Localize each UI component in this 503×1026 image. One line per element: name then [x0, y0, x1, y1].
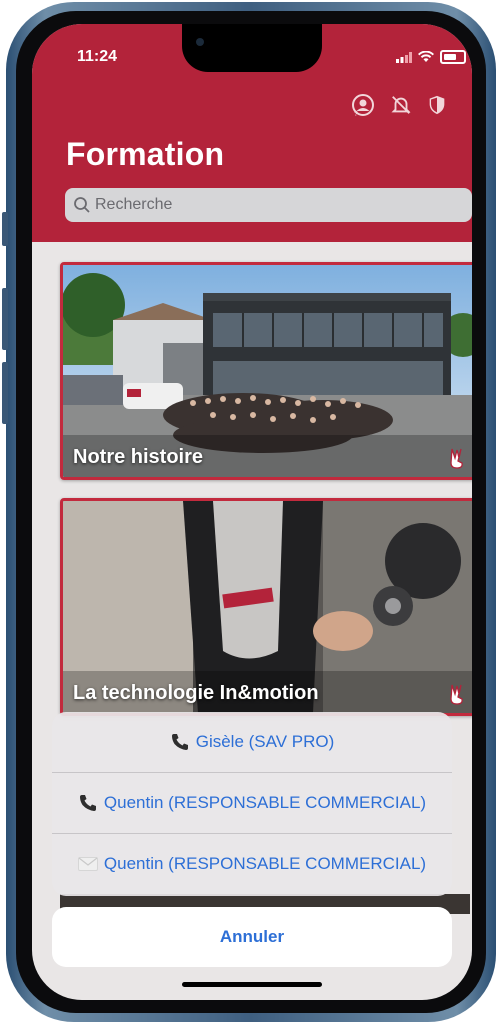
volume-up-button	[2, 288, 8, 350]
search-icon	[74, 197, 90, 213]
notch	[182, 24, 322, 72]
svg-text:?: ?	[354, 111, 358, 117]
action-call-quentin[interactable]: Quentin (RESPONSABLE COMMERCIAL)	[52, 773, 452, 834]
battery-icon	[440, 50, 466, 64]
home-indicator[interactable]	[182, 982, 322, 987]
training-card[interactable]: Notre histoire	[60, 262, 472, 480]
page-title: Formation	[66, 136, 225, 172]
victory-hand-icon	[450, 448, 463, 469]
no-notification-icon[interactable]	[388, 92, 414, 118]
mail-icon	[77, 857, 98, 871]
card-title: Notre histoire	[73, 446, 204, 468]
mute-switch	[2, 212, 8, 246]
victory-hand-icon	[450, 684, 463, 705]
action-call-gisele[interactable]: Gisèle (SAV PRO)	[52, 712, 452, 773]
signal-icon	[396, 51, 412, 63]
app-screen: 11:24 ? Formation Recherche Notre histoi…	[32, 24, 472, 1000]
phone-icon	[79, 795, 96, 811]
training-card[interactable]: La technologie In&motion	[60, 498, 472, 716]
action-email-quentin[interactable]: Quentin (RESPONSABLE COMMERCIAL)	[52, 834, 452, 894]
shield-icon[interactable]	[424, 92, 450, 118]
action-label: Gisèle (SAV PRO)	[195, 732, 335, 751]
action-label: Quentin (RESPONSABLE COMMERCIAL)	[103, 793, 427, 812]
wifi-icon	[418, 51, 434, 62]
card-title: La technologie In&motion	[73, 682, 319, 704]
cancel-button[interactable]: Annuler	[52, 907, 452, 967]
search-placeholder: Recherche	[95, 196, 173, 213]
search-input[interactable]: Recherche	[65, 188, 472, 222]
status-time: 11:24	[77, 48, 118, 65]
volume-down-button	[2, 362, 8, 424]
front-camera	[196, 38, 204, 46]
action-sheet: Gisèle (SAV PRO) Quentin (RESPONSABLE CO…	[52, 712, 452, 896]
phone-icon	[171, 734, 188, 750]
action-label: Quentin (RESPONSABLE COMMERCIAL)	[103, 854, 427, 873]
status-icons	[396, 50, 466, 64]
support-icon[interactable]: ?	[350, 92, 376, 118]
